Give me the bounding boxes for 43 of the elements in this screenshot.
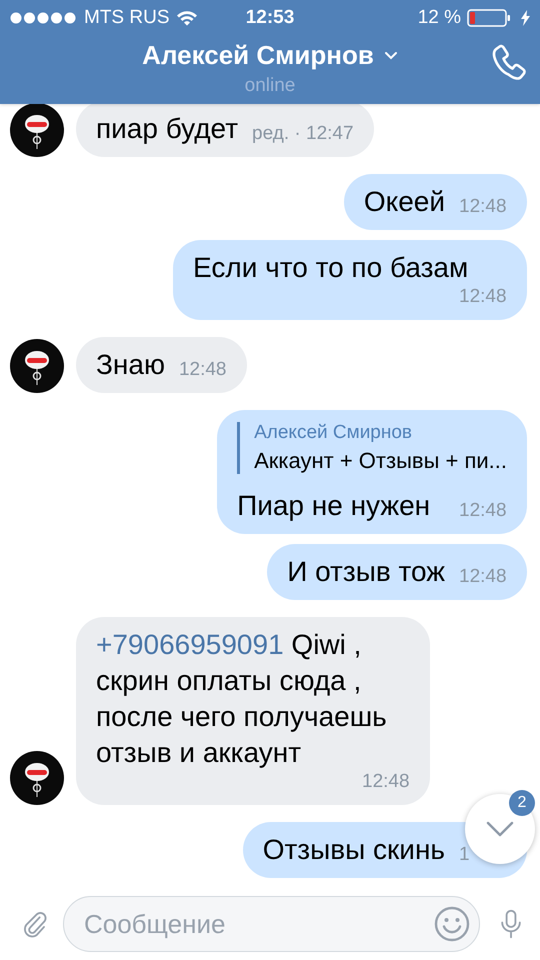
smiley-icon[interactable]: [434, 906, 470, 942]
avatar-icon[interactable]: [10, 751, 64, 805]
reply-author: Алексей Смирнов: [254, 422, 414, 444]
message-time: 12:48: [458, 196, 507, 218]
unread-badge: 2: [509, 790, 535, 816]
message-bubble[interactable]: Океей 12:48: [344, 174, 527, 230]
battery-percent: 12 %: [418, 7, 461, 29]
message-time: 12:48: [361, 771, 410, 793]
message-time: 12:48: [458, 500, 507, 522]
message-text: пиар будет: [96, 112, 238, 146]
message-bubble[interactable]: Знаю 12:48: [76, 337, 247, 393]
message-text: Океей: [364, 185, 445, 219]
message-bubble[interactable]: пиар будет ред. · 12:47: [76, 104, 374, 157]
message-text: И отзыв тож: [287, 555, 445, 589]
message-input[interactable]: Сообщение: [62, 896, 480, 952]
message-text: +79066959091 Qiwi , скрин оплаты сюда , после чего получаешь отзыв и аккаунт: [96, 628, 388, 770]
avatar-icon[interactable]: [10, 104, 64, 157]
message-time: ред. · 12:47: [251, 123, 354, 145]
message-time: 1: [458, 844, 471, 866]
message-bubble[interactable]: Если что то по базам 12:48: [173, 240, 527, 320]
message-time: 12:48: [458, 286, 507, 308]
message-time: 12:48: [458, 566, 507, 588]
message-text: Если что то по базам: [193, 251, 468, 285]
message-time: 12:48: [178, 359, 227, 381]
avatar-icon[interactable]: [10, 339, 64, 393]
message-text: Отзывы скинь: [262, 833, 445, 867]
message-text: Знаю: [96, 348, 165, 382]
phone-icon[interactable]: [490, 44, 528, 82]
reply-text: Аккаунт + Отзывы + пи...: [254, 448, 507, 474]
signal-icon: [10, 12, 78, 24]
message-bubble[interactable]: Алексей Смирнов Аккаунт + Отзывы + пи... Пиар не нужен 12:48: [217, 410, 527, 534]
charging-icon: [521, 10, 530, 26]
chevron-down-icon[interactable]: [384, 51, 398, 60]
phone-link[interactable]: +79066959091: [96, 629, 284, 660]
status-time: 12:53: [246, 7, 294, 29]
carrier-name: MTS RUS: [84, 7, 170, 29]
chat-title[interactable]: Алексей Смирнов: [142, 40, 374, 71]
chevron-down-icon: [485, 820, 515, 838]
message-bubble[interactable]: +79066959091 Qiwi , скрин оплаты сюда , после чего получаешь отзыв и аккаунт 12:48: [76, 617, 430, 805]
message-text: Пиар не нужен: [237, 489, 430, 523]
wifi-icon: [176, 10, 198, 26]
online-status: online: [244, 75, 296, 97]
message-bubble[interactable]: И отзыв тож 12:48: [267, 544, 527, 600]
